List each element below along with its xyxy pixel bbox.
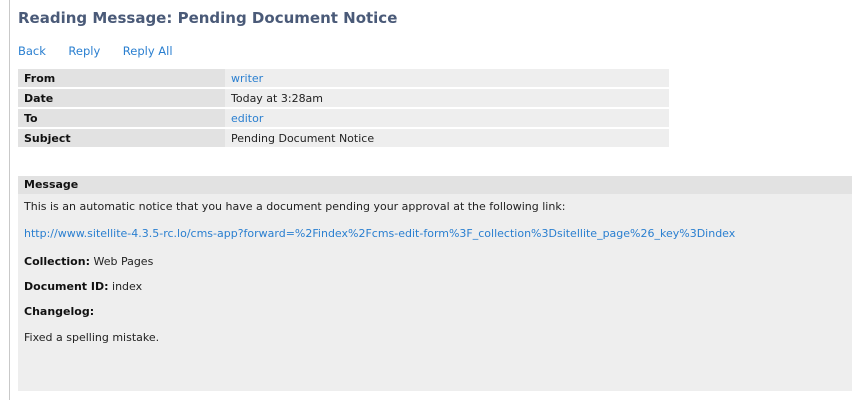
message-link-line: http://www.sitellite-4.3.5-rc.lo/cms-app… — [24, 227, 735, 240]
subject-row: Subject Pending Document Notice — [18, 129, 669, 147]
to-row: To editor — [18, 109, 669, 127]
collection-label: Collection: — [24, 255, 90, 268]
left-frame-border — [9, 0, 10, 400]
from-row: From writer — [18, 69, 669, 87]
document-id-label: Document ID: — [24, 280, 109, 293]
message-header-table: From writer Date Today at 3:28am To edit… — [18, 67, 669, 149]
collection-line: Collection: Web Pages — [24, 255, 153, 268]
reply-all-link[interactable]: Reply All — [123, 44, 173, 58]
document-id-value: index — [108, 280, 143, 293]
date-value: Today at 3:28am — [225, 89, 669, 107]
document-id-line: Document ID: index — [24, 280, 142, 293]
message-intro: This is an automatic notice that you hav… — [24, 200, 566, 213]
date-row: Date Today at 3:28am — [18, 89, 669, 107]
to-value-cell: editor — [225, 109, 669, 127]
date-label: Date — [18, 89, 225, 107]
from-label: From — [18, 69, 225, 87]
changelog-label: Changelog: — [24, 305, 95, 318]
subject-value: Pending Document Notice — [225, 129, 669, 147]
from-link[interactable]: writer — [231, 72, 263, 85]
message-header: Message — [18, 176, 852, 194]
back-link[interactable]: Back — [18, 44, 46, 58]
collection-value: Web Pages — [89, 255, 154, 268]
subject-label: Subject — [18, 129, 225, 147]
changelog-text: Fixed a spelling mistake. — [24, 331, 160, 344]
to-label: To — [18, 109, 225, 127]
pending-document-link[interactable]: http://www.sitellite-4.3.5-rc.lo/cms-app… — [24, 227, 735, 240]
reply-link[interactable]: Reply — [68, 44, 100, 58]
message-actions: Back Reply Reply All — [18, 44, 192, 58]
to-link[interactable]: editor — [231, 112, 263, 125]
page-title: Reading Message: Pending Document Notice — [18, 9, 398, 27]
message-body-panel: Message This is an automatic notice that… — [18, 176, 852, 391]
changelog-line: Changelog: — [24, 305, 94, 318]
from-value-cell: writer — [225, 69, 669, 87]
